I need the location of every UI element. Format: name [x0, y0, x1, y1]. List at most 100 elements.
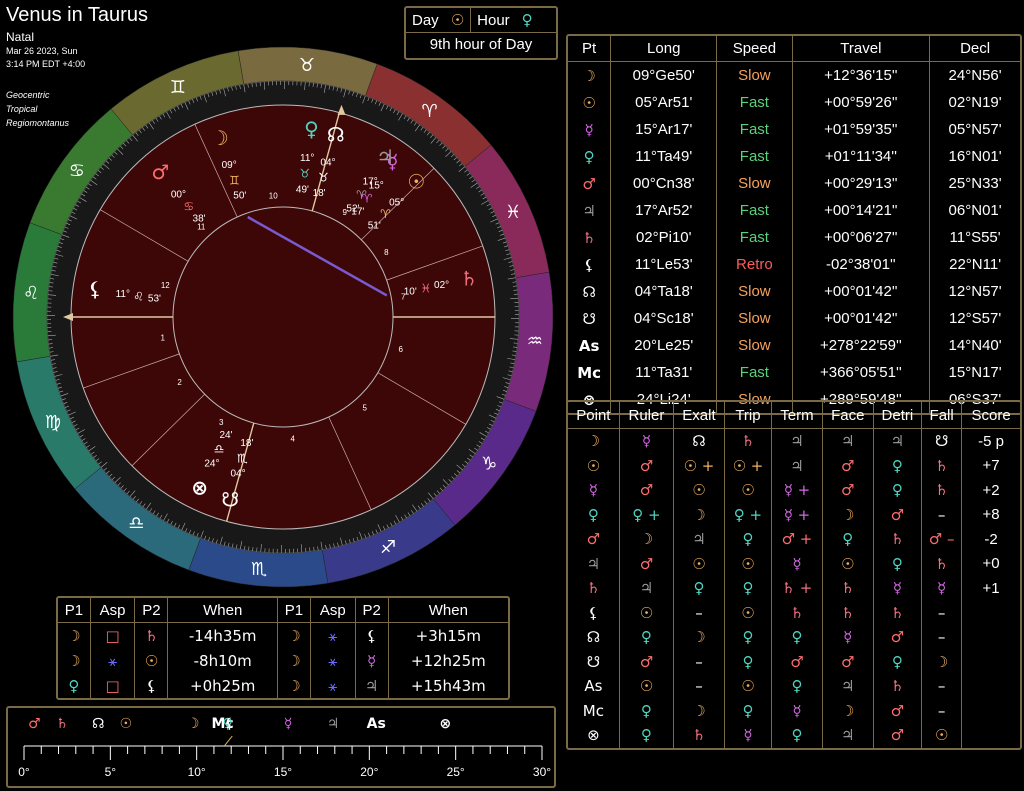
zodiac-sign-icon: ♎ [128, 513, 144, 534]
longitude-cell: 04°Sc18' [611, 305, 717, 332]
dignity-cell: ♀ [822, 527, 873, 552]
dignities-row: ♄♃♀♀♄ +♄☿☿+1 [568, 576, 1020, 601]
house-number: 1 [161, 334, 166, 343]
planet-glyph-icon: ☋ [568, 305, 611, 332]
planet-degree-label: 17° [363, 176, 378, 187]
speed-cell: Slow [717, 332, 792, 359]
dignity-cell: ♂ [619, 552, 673, 577]
dignities-row: Mc♀☽♀☿☽♂– [568, 699, 1020, 724]
dignity-cell: ☽ [922, 650, 962, 675]
dignity-cell: ♂ [873, 503, 921, 528]
declination-cell: 11°S55' [930, 224, 1020, 251]
travel-cell: +00°29'13'' [792, 170, 930, 197]
ruler-tick-label: 0° [18, 765, 30, 779]
speed-cell: Slow [717, 278, 792, 305]
dignity-cell: – [922, 625, 962, 650]
aspect-cell: ♄ [135, 623, 168, 649]
ruler-tick-label: 15° [274, 765, 292, 779]
declination-cell: 25°N33' [930, 170, 1020, 197]
declination-cell: 22°N11' [930, 251, 1020, 278]
score-cell [962, 601, 1020, 626]
aspect-cell: -8h10m [168, 648, 277, 673]
dignities-row: ⊗♀♄☿♀♃♂☉ [568, 723, 1020, 748]
dignity-cell: ♄ [822, 601, 873, 626]
speed-cell: Slow [717, 305, 792, 332]
score-cell: +1 [962, 576, 1020, 601]
dignity-cell: ☽ [674, 503, 725, 528]
score-cell [962, 674, 1020, 699]
dignity-cell: ♄ [674, 723, 725, 748]
ruler-planet-marker: ☿ [284, 716, 293, 732]
planet-degree-label: 02° [434, 280, 449, 291]
speed-cell: Fast [717, 143, 792, 170]
aspect-cell: ☽ [58, 623, 90, 649]
zodiac-sign-icon: ♍ [45, 412, 61, 433]
house-number: 12 [161, 281, 170, 290]
dignity-cell: ♀ [724, 650, 771, 675]
dignities-row: As☉–☉♀♃♄– [568, 674, 1020, 699]
ruler-planet-marker: ☽ [187, 716, 200, 732]
dignity-cell: – [922, 674, 962, 699]
aspect-cell: ♃ [355, 673, 388, 698]
degree-ruler: 0°5°10°15°20°25°30°♂♄☊☉☽Mc♀⚸☿♃As⊗ [6, 706, 556, 788]
dignity-cell: ☿ [922, 576, 962, 601]
planet-sign-icon: ♈ [356, 188, 367, 202]
dignity-cell: ♂ [822, 650, 873, 675]
dignity-cell: ♄ [772, 601, 823, 626]
positions-row: ☋04°Sc18'Slow+00°01'42''12°S57' [568, 305, 1020, 332]
planet-glyph-icon: ☊ [327, 122, 345, 146]
travel-cell: +00°59'26'' [792, 89, 930, 116]
planet-glyph-icon: ⊗ [191, 476, 208, 500]
travel-cell: +01°59'35'' [792, 116, 930, 143]
dignity-cell: ♄ [922, 478, 962, 503]
dignity-cell: ♂ [822, 454, 873, 479]
house-number: 2 [177, 378, 182, 387]
travel-cell: +00°06'27'' [792, 224, 930, 251]
planet-glyph-icon: ☿ [568, 116, 611, 143]
dignity-cell: ♂ [619, 650, 673, 675]
aspects-header-4: P1 [277, 598, 310, 623]
travel-cell: +12°36'15'' [792, 62, 930, 90]
planet-minute-label: 50' [233, 190, 246, 201]
planet-minute-label: 18' [240, 438, 253, 449]
dignity-cell: ♀ [568, 503, 619, 528]
dignity-cell: ⊗ [568, 723, 619, 748]
hour-cell: Hour ♀ [471, 8, 539, 32]
aspect-cell: +3h15m [388, 623, 508, 649]
positions-table: PtLongSpeedTravelDecl ☽09°Ge50'Slow+12°3… [566, 34, 1022, 415]
dignity-cell: ♀ [873, 454, 921, 479]
planet-glyph-icon: Mc [568, 359, 611, 386]
dignity-cell: ☽ [822, 699, 873, 724]
speed-cell: Fast [717, 89, 792, 116]
score-cell: +2 [962, 478, 1020, 503]
longitude-cell: 11°Le53' [611, 251, 717, 278]
zodiac-sign-icon: ♈ [422, 101, 438, 122]
dignity-cell: ♄ [873, 601, 921, 626]
dignity-cell: ☉ [724, 552, 771, 577]
planet-minute-label: 52' [346, 203, 359, 214]
aspect-cell: ⚹ [310, 673, 355, 698]
travel-cell: -02°38'01'' [792, 251, 930, 278]
positions-row: ♀11°Ta49'Fast+01°11'34''16°N01' [568, 143, 1020, 170]
house-number: 4 [291, 435, 296, 444]
aspect-cell: ⚸ [135, 673, 168, 698]
travel-cell: +278°22'59'' [792, 332, 930, 359]
dignity-cell: ♂ [619, 478, 673, 503]
dignity-cell: As [568, 674, 619, 699]
aspect-cell: □ [90, 673, 135, 698]
dignity-cell: ♄ [568, 576, 619, 601]
zodiac-sign-icon: ♋ [69, 160, 85, 181]
longitude-cell: 04°Ta18' [611, 278, 717, 305]
planet-degree-label: 09° [222, 160, 237, 171]
dignity-cell: ♄ [922, 454, 962, 479]
score-cell [962, 625, 1020, 650]
dignity-cell: ♂ [822, 478, 873, 503]
planet-glyph-icon: ☋ [221, 488, 239, 512]
dignity-cell: ♀ + [724, 503, 771, 528]
house-number: 10 [269, 191, 278, 200]
planet-glyph-icon: ♄ [460, 266, 478, 290]
dignity-cell: ♀ + [619, 503, 673, 528]
dignity-cell: ♀ [619, 625, 673, 650]
speed-cell: Slow [717, 62, 792, 90]
aspect-cell: ⚹ [310, 623, 355, 649]
